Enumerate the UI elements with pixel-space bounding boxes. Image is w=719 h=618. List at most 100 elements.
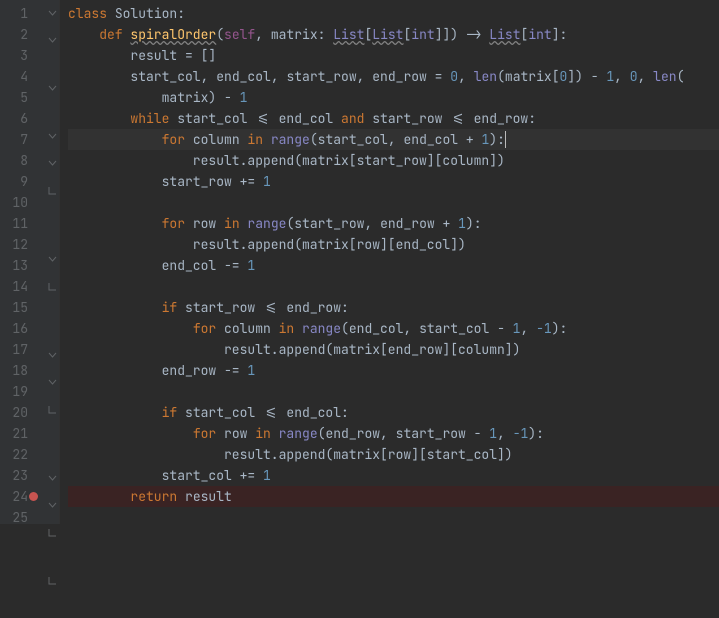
code-line[interactable]	[68, 192, 719, 213]
fold-end-icon[interactable]	[48, 576, 57, 585]
fold-marker[interactable]	[46, 105, 59, 126]
code-line[interactable]: for column in range(start_col, end_col +…	[68, 129, 719, 150]
code-line[interactable]	[68, 507, 719, 528]
fold-marker[interactable]	[46, 159, 59, 180]
fold-marker[interactable]	[46, 501, 59, 522]
line-number[interactable]: 1	[0, 3, 46, 24]
code-line[interactable]	[68, 381, 719, 402]
fold-marker[interactable]	[46, 207, 59, 228]
code-token: ,	[614, 68, 630, 85]
fold-marker[interactable]	[46, 576, 59, 597]
fold-down-icon[interactable]	[48, 159, 57, 168]
fold-down-icon[interactable]	[48, 36, 57, 45]
fold-end-icon[interactable]	[48, 186, 57, 195]
fold-end-icon[interactable]	[48, 528, 57, 537]
code-editor[interactable]: 1234567891011121314151617181920212223242…	[0, 0, 719, 524]
code-line[interactable]: class Solution:	[68, 3, 719, 24]
code-line[interactable]: end_row -= 1	[68, 360, 719, 381]
code-line[interactable]: start_col += 1	[68, 465, 719, 486]
code-line[interactable]: result.append(matrix[row][start_col])	[68, 444, 719, 465]
fold-marker[interactable]	[46, 57, 59, 78]
fold-down-icon[interactable]	[48, 474, 57, 483]
fold-marker[interactable]	[46, 447, 59, 468]
line-number[interactable]: 20	[0, 402, 46, 423]
code-line[interactable]: matrix) - 1	[68, 87, 719, 108]
line-number[interactable]: 11	[0, 213, 46, 234]
line-number[interactable]: 3	[0, 45, 46, 66]
line-number[interactable]: 5	[0, 87, 46, 108]
line-number[interactable]: 22	[0, 444, 46, 465]
code-line[interactable]	[68, 276, 719, 297]
line-number[interactable]: 9	[0, 171, 46, 192]
code-line[interactable]: for row in range(start_row, end_row + 1)…	[68, 213, 719, 234]
code-line[interactable]: while start_col <= end_col and start_row…	[68, 108, 719, 129]
line-number[interactable]: 17	[0, 339, 46, 360]
code-line[interactable]: if start_row <= end_row:	[68, 297, 719, 318]
fold-down-icon[interactable]	[48, 84, 57, 93]
fold-marker[interactable]	[46, 303, 59, 324]
line-number[interactable]: 10	[0, 192, 46, 213]
fold-down-icon[interactable]	[48, 255, 57, 264]
code-area[interactable]: class Solution: def spiralOrder(self, ma…	[60, 0, 719, 524]
fold-marker[interactable]	[46, 528, 59, 549]
fold-end-icon[interactable]	[48, 282, 57, 291]
line-number-gutter[interactable]: 1234567891011121314151617181920212223242…	[0, 0, 46, 524]
fold-marker[interactable]	[46, 597, 59, 618]
fold-down-icon[interactable]	[48, 351, 57, 360]
line-number[interactable]: 15	[0, 297, 46, 318]
fold-marker[interactable]	[46, 228, 59, 249]
fold-down-icon[interactable]	[48, 132, 57, 141]
code-token: (start_row	[286, 215, 364, 232]
code-line[interactable]: end_col -= 1	[68, 255, 719, 276]
line-number[interactable]: 13	[0, 255, 46, 276]
fold-marker[interactable]	[46, 186, 59, 207]
code-line[interactable]: start_col, end_col, start_row, end_row =…	[68, 66, 719, 87]
line-number[interactable]: 6	[0, 108, 46, 129]
code-line[interactable]: result.append(matrix[start_row][column])	[68, 150, 719, 171]
code-line[interactable]: result.append(matrix[row][end_col])	[68, 234, 719, 255]
fold-down-icon[interactable]	[48, 9, 57, 18]
fold-marker[interactable]	[46, 84, 59, 105]
code-line[interactable]: result = []	[68, 45, 719, 66]
code-line[interactable]: def spiralOrder(self, matrix: List[List[…	[68, 24, 719, 45]
code-line[interactable]: start_row += 1	[68, 171, 719, 192]
line-number[interactable]: 25	[0, 507, 46, 528]
fold-marker[interactable]	[46, 9, 59, 30]
line-number[interactable]: 14	[0, 276, 46, 297]
fold-marker[interactable]	[46, 255, 59, 276]
code-line[interactable]: return result	[68, 486, 719, 507]
fold-marker[interactable]	[46, 405, 59, 426]
fold-marker[interactable]	[46, 474, 59, 495]
code-line[interactable]: for column in range(end_col, start_col -…	[68, 318, 719, 339]
line-number[interactable]: 12	[0, 234, 46, 255]
line-number[interactable]: 7	[0, 129, 46, 150]
code-token: range	[247, 215, 286, 232]
fold-marker[interactable]	[46, 378, 59, 399]
fold-marker[interactable]	[46, 351, 59, 372]
fold-marker[interactable]	[46, 426, 59, 447]
code-token: (end_col	[341, 320, 403, 337]
fold-marker[interactable]	[46, 324, 59, 345]
fold-end-icon[interactable]	[48, 405, 57, 414]
fold-down-icon[interactable]	[48, 378, 57, 387]
line-number[interactable]: 23	[0, 465, 46, 486]
fold-marker[interactable]	[46, 132, 59, 153]
line-number[interactable]: 24	[0, 486, 46, 507]
fold-gutter[interactable]	[46, 0, 60, 524]
code-line[interactable]: for row in range(end_row, start_row - 1,…	[68, 423, 719, 444]
fold-marker[interactable]	[46, 36, 59, 57]
line-number[interactable]: 4	[0, 66, 46, 87]
fold-marker[interactable]	[46, 549, 59, 570]
fold-down-icon[interactable]	[48, 501, 57, 510]
line-number[interactable]: 2	[0, 24, 46, 45]
fold-marker[interactable]	[46, 282, 59, 303]
line-number[interactable]: 19	[0, 381, 46, 402]
code-token: (	[677, 68, 685, 85]
code-token: self	[224, 26, 255, 43]
code-line[interactable]: result.append(matrix[end_row][column])	[68, 339, 719, 360]
line-number[interactable]: 21	[0, 423, 46, 444]
code-line[interactable]: if start_col <= end_col:	[68, 402, 719, 423]
line-number[interactable]: 8	[0, 150, 46, 171]
line-number[interactable]: 16	[0, 318, 46, 339]
line-number[interactable]: 18	[0, 360, 46, 381]
